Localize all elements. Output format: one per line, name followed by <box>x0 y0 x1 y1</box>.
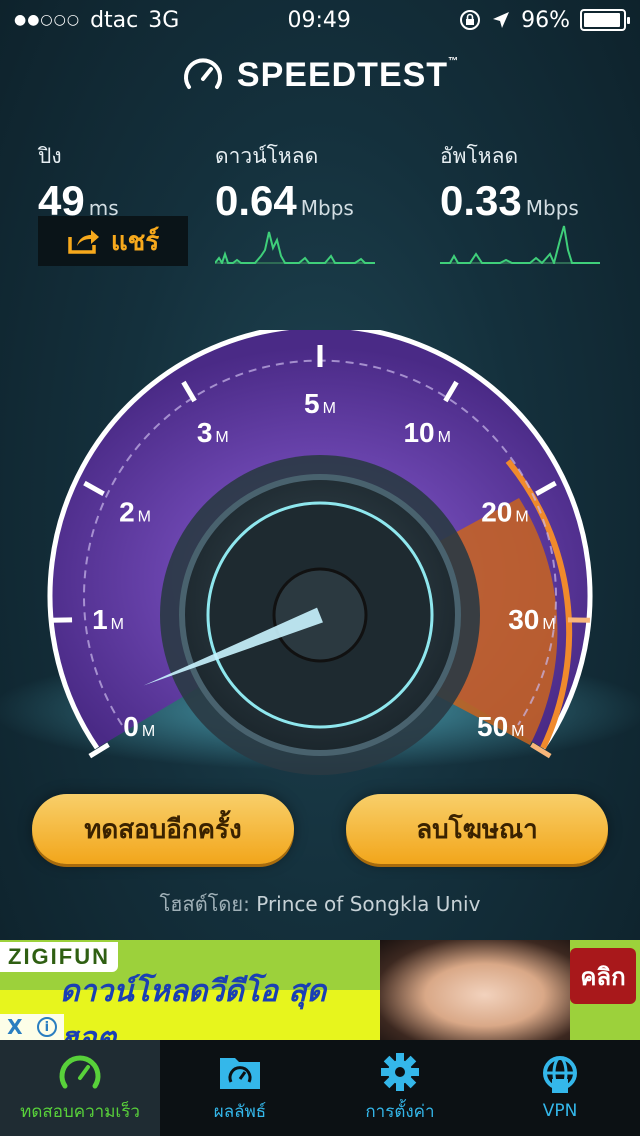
tab-results[interactable]: ผลลัพธ์ <box>160 1040 320 1136</box>
carrier-name: dtac <box>90 7 139 33</box>
host-prefix: โฮสต์โดย: <box>159 892 257 916</box>
speed-gauge: 0 M1 M2 M3 M5 M10 M20 M30 M50 M <box>0 330 640 775</box>
speedometer-icon <box>59 1055 101 1088</box>
share-button[interactable]: แชร์ <box>38 216 188 266</box>
upload-stat: อัพโหลด 0.33 Mbps <box>440 140 579 225</box>
tab-speed-test[interactable]: ทดสอบความเร็ว <box>0 1040 160 1136</box>
ad-info-icon[interactable]: i <box>36 1017 57 1037</box>
battery-percent: 96% <box>521 7 570 33</box>
download-stat: ดาวน์โหลด 0.64 Mbps <box>215 140 354 225</box>
tab-bar: ทดสอบความเร็ว ผลลัพธ์ การตั้งค่า VPN <box>0 1040 640 1136</box>
vpn-globe-icon <box>543 1056 577 1093</box>
download-sparkline <box>215 231 375 264</box>
app-title: SPEEDTEST™ <box>236 55 460 94</box>
host-name: Prince of Songkla Univ <box>256 892 481 916</box>
ping-label: ปิง <box>38 144 62 168</box>
speedtest-gauge-icon <box>183 58 222 89</box>
tab-vpn[interactable]: VPN <box>480 1040 640 1136</box>
speedtest-logo: SPEEDTEST™ <box>0 50 640 100</box>
tab-settings[interactable]: การตั้งค่า <box>320 1040 480 1136</box>
tab-label: ทดสอบความเร็ว <box>20 1101 140 1122</box>
upload-value: 0.33 <box>440 177 522 224</box>
network-type: 3G <box>148 7 180 33</box>
share-icon <box>68 230 99 254</box>
ad-controls: X i <box>0 1014 64 1040</box>
download-unit: Mbps <box>300 196 354 220</box>
upload-label: อัพโหลด <box>440 144 519 168</box>
tab-label: VPN <box>542 1101 578 1121</box>
upload-unit: Mbps <box>525 196 579 220</box>
upload-sparkline <box>440 225 600 264</box>
status-bar: ●●○○○ dtac 3G 09:49 96% <box>0 0 640 40</box>
share-label: แชร์ <box>110 226 160 257</box>
signal-strength-icon: ●●○○○ <box>14 12 81 28</box>
folder-icon <box>220 1057 260 1089</box>
download-label: ดาวน์โหลด <box>215 144 319 168</box>
tab-label: ผลลัพธ์ <box>213 1101 267 1122</box>
remove-ads-label: ลบโฆษณา <box>416 814 538 845</box>
ping-stat: ปิง 49 ms <box>38 140 119 225</box>
ad-close-icon[interactable]: X <box>7 1015 22 1039</box>
battery-level <box>584 13 621 27</box>
host-info: โฮสต์โดย: Prince of Songkla Univ <box>0 888 640 920</box>
ad-image[interactable] <box>380 940 570 1040</box>
status-right: 96% <box>459 7 630 33</box>
tab-label: การตั้งค่า <box>365 1101 435 1122</box>
download-value: 0.64 <box>215 177 297 224</box>
location-arrow-icon <box>493 12 510 28</box>
remove-ads-button[interactable]: ลบโฆษณา <box>346 794 608 864</box>
rotation-lock-icon <box>460 10 481 30</box>
test-again-label: ทดสอบอีกครั้ง <box>84 814 242 845</box>
gear-icon <box>381 1052 419 1091</box>
clock: 09:49 <box>287 7 351 33</box>
ad-click-button[interactable]: คลิก <box>570 948 636 1004</box>
status-left: ●●○○○ dtac 3G <box>14 8 179 33</box>
battery-icon <box>580 9 630 31</box>
test-again-button[interactable]: ทดสอบอีกครั้ง <box>32 794 294 864</box>
